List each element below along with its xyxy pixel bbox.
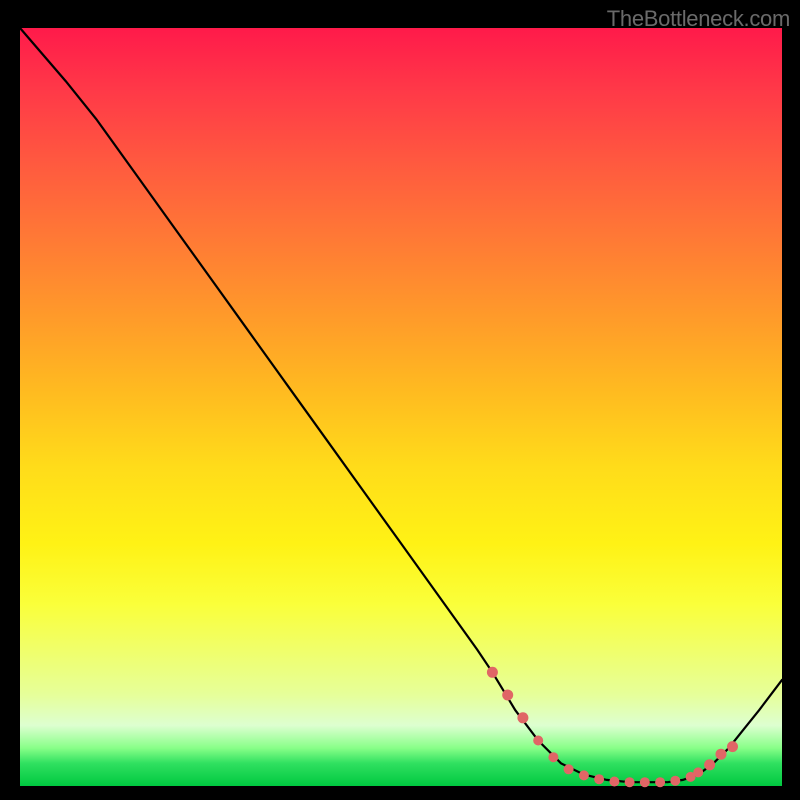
marker-dot xyxy=(548,752,558,762)
chart-plot-area xyxy=(20,28,782,786)
marker-dot xyxy=(502,690,513,701)
marker-dot xyxy=(564,764,574,774)
bottleneck-curve xyxy=(20,28,782,782)
marker-dot xyxy=(487,667,498,678)
marker-dot xyxy=(625,777,635,787)
marker-dot xyxy=(655,777,665,787)
marker-dot xyxy=(517,712,528,723)
marker-dot xyxy=(693,767,703,777)
marker-dot xyxy=(579,770,589,780)
marker-dot xyxy=(727,741,738,752)
marker-dot xyxy=(670,776,680,786)
marker-dot xyxy=(704,759,715,770)
marker-dot xyxy=(640,777,650,787)
marker-dot xyxy=(594,774,604,784)
marker-dot xyxy=(533,736,543,746)
highlight-markers xyxy=(487,667,738,787)
chart-svg xyxy=(20,28,782,786)
watermark-text: TheBottleneck.com xyxy=(607,6,790,32)
marker-dot xyxy=(716,749,727,760)
marker-dot xyxy=(609,777,619,787)
